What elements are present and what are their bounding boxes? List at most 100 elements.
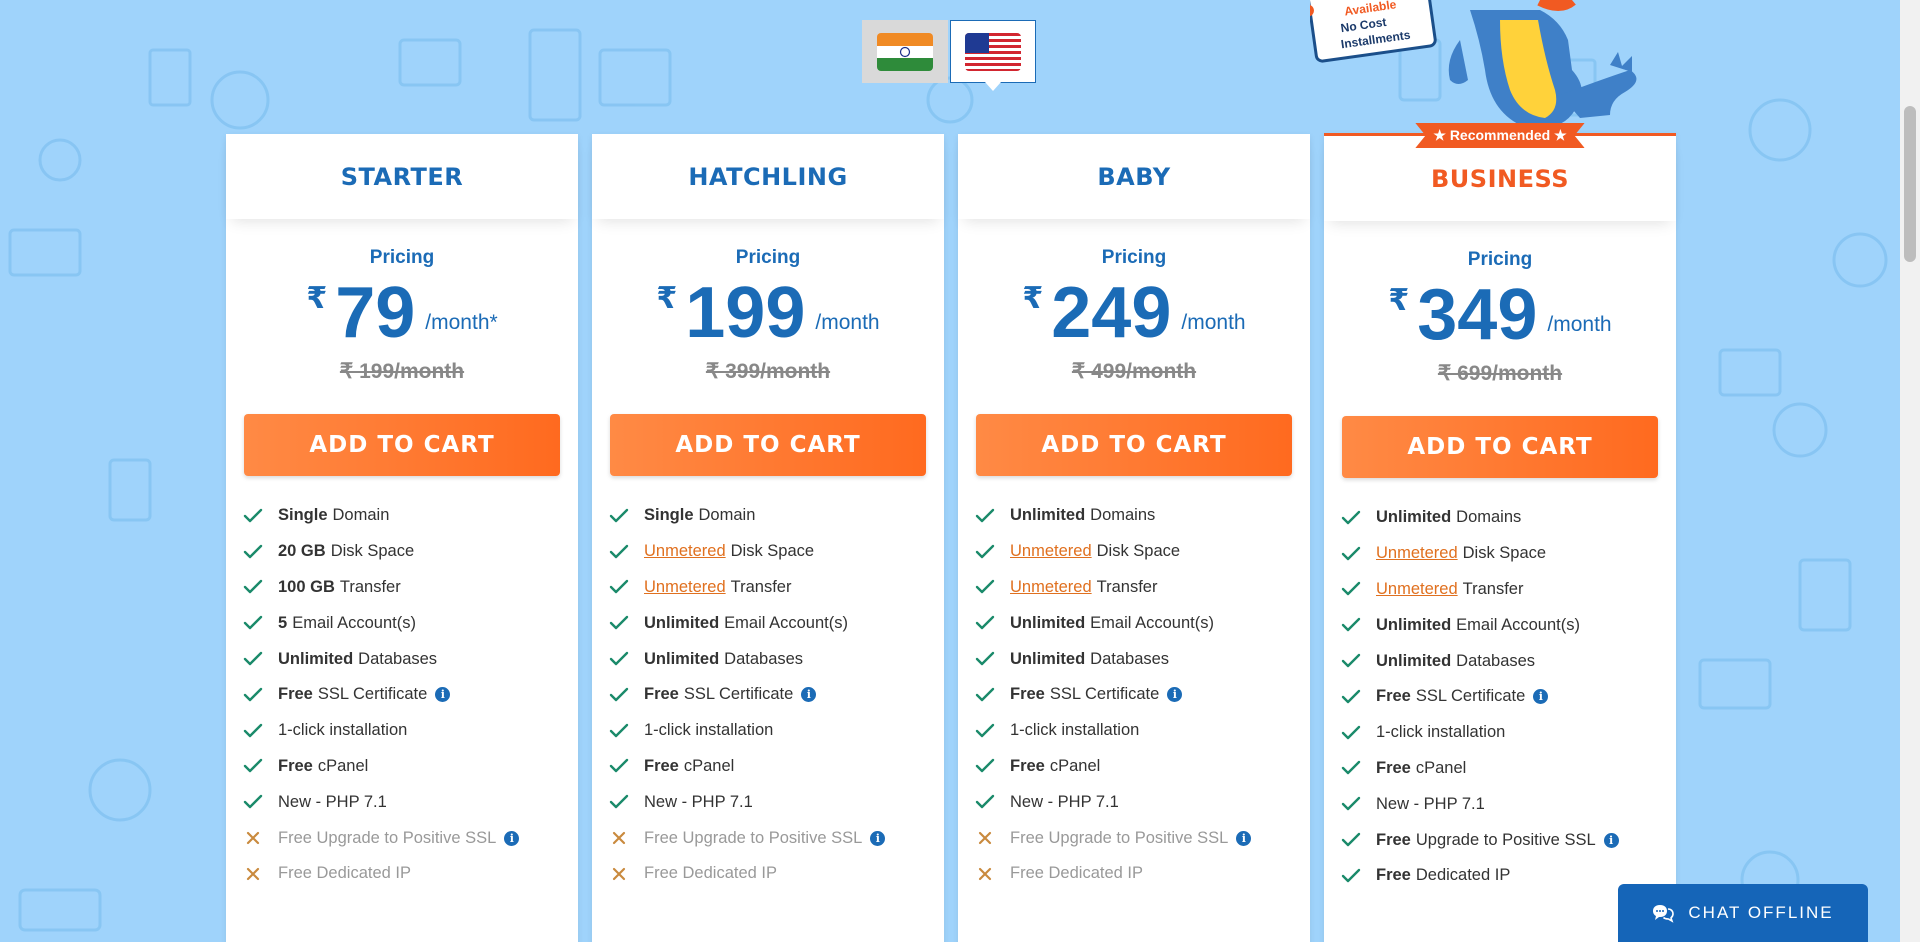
check-icon [608,576,630,598]
pricing-label: Pricing [1467,249,1533,270]
feature-text: Databases [1090,649,1170,668]
add-to-cart-button[interactable]: ADD TO CART [1342,416,1658,478]
feature-text: Transfer [730,577,792,596]
info-icon[interactable]: i [870,830,886,846]
check-icon [1340,650,1362,672]
feature-bold: Unlimited [1376,508,1452,527]
feature-text: SSL Certificate [683,685,794,704]
feature-text: Databases [358,649,438,668]
country-option-usa[interactable] [950,20,1036,91]
feature-item: Unlimited Email Account(s) [1340,607,1676,643]
price: ₹ 199 /month [592,273,944,353]
check-icon [242,755,264,777]
feature-item: Free Upgrade to Positive SSL i [1340,822,1676,858]
feature-text: New - PHP 7.1 [644,792,753,811]
feature-text: New - PHP 7.1 [278,792,387,811]
check-icon [242,684,264,706]
check-icon [1340,722,1362,744]
unmetered-link[interactable]: Unmetered [1376,580,1458,599]
feature-text: 1-click installation [278,721,408,740]
feature-item: Free SSL Certificate i [242,677,578,713]
check-icon [242,612,264,634]
info-icon[interactable]: i [1533,689,1549,705]
plan-name: STARTER [340,162,464,191]
page-scrollbar[interactable] [1900,0,1920,942]
feature-item: Free SSL Certificate i [608,677,944,713]
price-period: /month [815,311,880,334]
feature-item: Unmetered Disk Space [608,534,944,570]
info-icon[interactable]: i [801,687,817,703]
unmetered-link[interactable]: Unmetered [644,542,726,561]
price-period: /month* [425,311,498,334]
chat-offline-button[interactable]: CHAT OFFLINE [1618,884,1868,942]
feature-item: Free SSL Certificate i [1340,679,1676,715]
check-icon [608,612,630,634]
check-icon [608,648,630,670]
currency-symbol: ₹ [1022,281,1044,316]
price-amount: 249 [1051,273,1172,353]
feature-item: 20 GB Disk Space [242,534,578,570]
info-icon[interactable]: i [1236,830,1252,846]
info-icon[interactable]: i [1167,687,1183,703]
feature-bold: Free [1010,685,1045,704]
feature-item: 1-click installation [1340,715,1676,751]
info-icon[interactable]: i [504,830,520,846]
feature-bold: Unlimited [644,613,720,632]
feature-text: SSL Certificate [1049,685,1160,704]
feature-list: Unlimited Domains Unmetered Disk Space Unm… [958,498,1310,892]
feature-text: Email Account(s) [724,613,848,632]
plan-header: BABY [958,134,1310,219]
feature-text: Free Upgrade to Positive SSL [644,828,863,847]
check-icon [242,648,264,670]
feature-item: Unmetered Disk Space [1340,536,1676,572]
unmetered-link[interactable]: Unmetered [1010,578,1092,597]
add-to-cart-button[interactable]: ADD TO CART [610,414,926,476]
check-icon [1340,507,1362,529]
pricing-cards: STARTER Pricing ₹ 79 /month* ₹ 199/month… [226,123,1676,942]
check-icon [1340,793,1362,815]
info-icon[interactable]: i [435,687,451,703]
feature-item: 1-click installation [974,713,1310,749]
feature-item: Free cPanel [242,749,578,785]
check-icon [974,755,996,777]
price-amount: 199 [685,273,806,353]
feature-item: Free SSL Certificate i [974,677,1310,713]
feature-bold: Free [278,756,313,775]
check-icon [1340,578,1362,600]
unmetered-link[interactable]: Unmetered [644,578,726,597]
feature-bold: Unlimited [1376,615,1452,634]
info-icon[interactable]: i [1603,832,1619,848]
chat-bubble-icon [1653,905,1675,923]
check-icon [608,505,630,527]
cross-icon [608,827,630,849]
feature-item: 100 GB Transfer [242,570,578,606]
pricing-label: Pricing [735,247,801,268]
check-icon [1340,686,1362,708]
feature-item: Free cPanel [608,749,944,785]
plan-card-hatchling: HATCHLING Pricing ₹ 199 /month ₹ 399/mon… [592,134,944,942]
feature-text: cPanel [1049,756,1101,775]
add-to-cart-button[interactable]: ADD TO CART [244,414,560,476]
unmetered-link[interactable]: Unmetered [1376,544,1458,563]
feature-item: Unmetered Disk Space [974,534,1310,570]
feature-text: New - PHP 7.1 [1010,792,1119,811]
feature-bold: Free [278,685,313,704]
scrollbar-thumb[interactable] [1904,106,1916,262]
feature-text: Domain [698,506,756,525]
price-period: /month [1181,311,1246,334]
feature-bold: Single [644,506,694,525]
feature-item: 5 Email Account(s) [242,605,578,641]
feature-bold: Unlimited [1010,613,1086,632]
add-to-cart-button[interactable]: ADD TO CART [976,414,1292,476]
check-icon [974,720,996,742]
country-option-india[interactable] [862,20,948,83]
feature-item: Unlimited Domains [1340,500,1676,536]
pricing-label: Pricing [1101,247,1167,268]
unmetered-link[interactable]: Unmetered [1010,542,1092,561]
feature-text: New - PHP 7.1 [1376,794,1485,813]
currency-symbol: ₹ [656,281,678,316]
feature-bold: Unlimited [1376,651,1452,670]
cross-icon [608,863,630,885]
country-selector [862,20,1036,91]
feature-bold: Unlimited [1010,649,1086,668]
